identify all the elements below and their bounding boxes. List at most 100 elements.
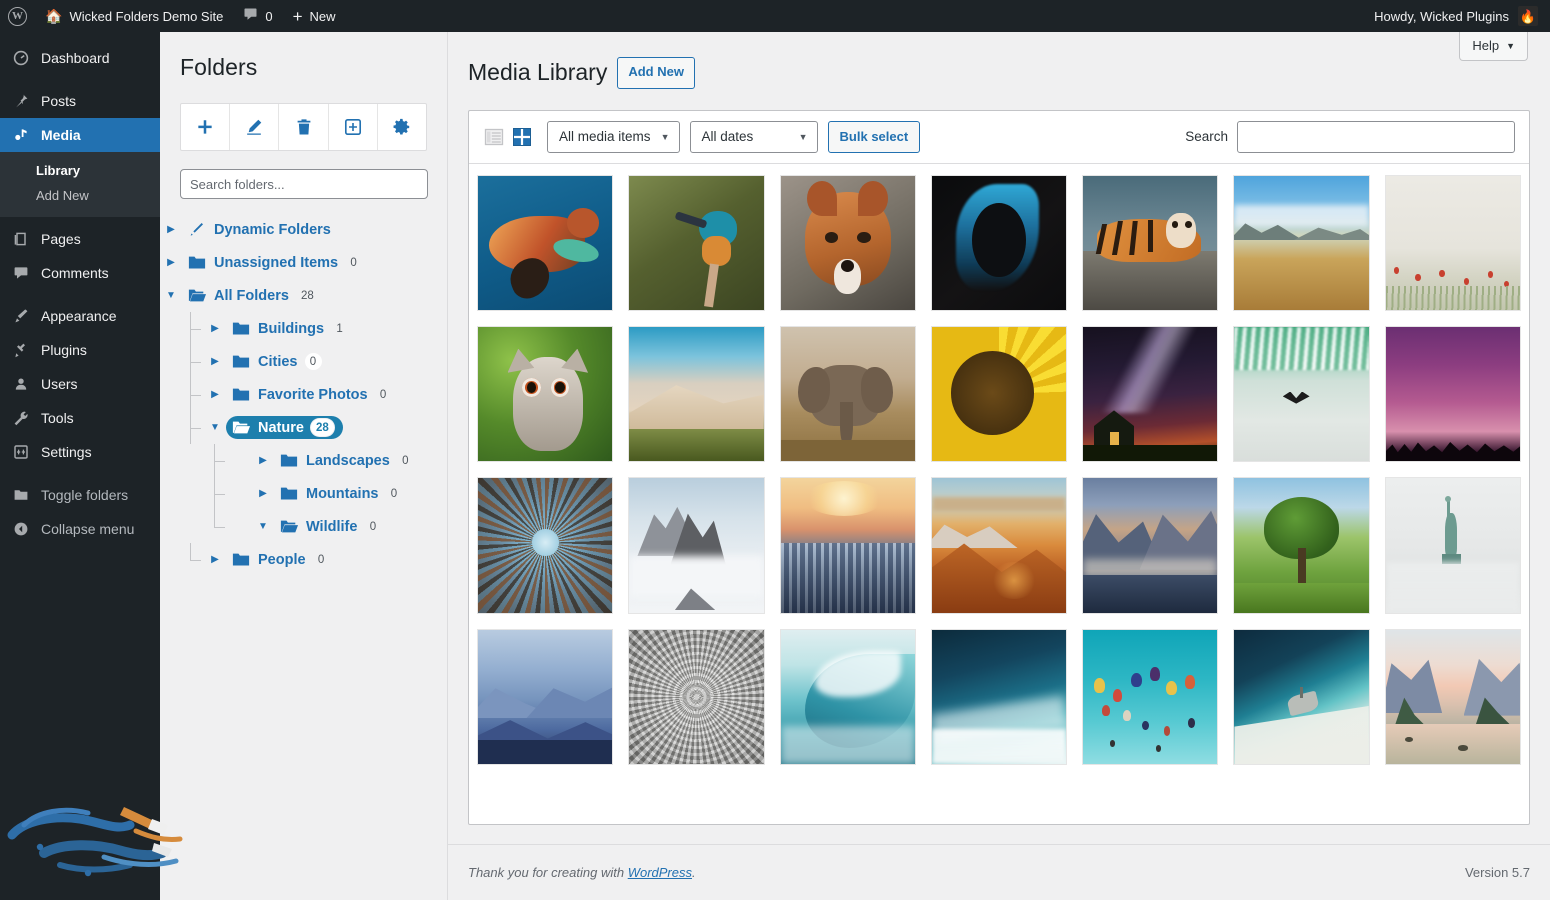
edit-folder-button[interactable] — [230, 104, 280, 150]
chevron-down-icon[interactable]: ▼ — [160, 290, 182, 301]
media-type-filter-select[interactable]: All media items ▼ — [547, 120, 680, 153]
chevron-right-icon[interactable]: ▶ — [204, 323, 226, 334]
sidebar-item-settings[interactable]: Settings — [0, 435, 160, 469]
sidebar-item-collapse-menu[interactable]: Collapse menu — [0, 512, 160, 546]
sidebar-item-appearance[interactable]: Appearance — [0, 299, 160, 333]
brush-icon — [11, 308, 31, 324]
folder-settings-button[interactable] — [378, 104, 426, 150]
chevron-right-icon[interactable]: ▶ — [204, 356, 226, 367]
media-item-lake-valley[interactable] — [1082, 477, 1219, 614]
folder-search-input[interactable] — [180, 169, 428, 199]
sidebar-subitem-library[interactable]: Library — [0, 159, 160, 184]
sidebar-item-dashboard[interactable]: Dashboard — [0, 41, 160, 75]
add-new-button[interactable]: Add New — [617, 57, 695, 89]
media-item-bird-waterfall[interactable] — [1233, 326, 1370, 463]
folder-node-unassigned-items[interactable]: ▶ Unassigned Items 0 — [160, 246, 447, 279]
media-item-mountain-clouds[interactable] — [628, 477, 765, 614]
sidebar-item-comments[interactable]: Comments — [0, 256, 160, 290]
media-item-forest-canopy[interactable] — [477, 477, 614, 614]
sidebar-item-toggle-folders[interactable]: Toggle folders — [0, 478, 160, 512]
list-view-icon[interactable] — [483, 126, 505, 148]
media-item-hot-air-balloons[interactable] — [1082, 628, 1219, 765]
chevron-right-icon[interactable]: ▶ — [160, 257, 182, 268]
help-tab-button[interactable]: Help ▼ — [1459, 32, 1528, 61]
media-item-boat-shoreline[interactable] — [1233, 628, 1370, 765]
media-item-lone-tree[interactable] — [1233, 477, 1370, 614]
media-item-purple-dusk[interactable] — [1384, 326, 1521, 463]
sidebar-item-label: Tools — [41, 409, 74, 426]
chevron-down-icon[interactable]: ▼ — [204, 422, 226, 433]
howdy-label[interactable]: Howdy, Wicked Plugins — [1374, 9, 1509, 24]
media-item-orange-mountain[interactable] — [930, 477, 1068, 614]
date-filter-select[interactable]: All dates ▼ — [689, 120, 818, 153]
media-item-blue-mountain-layers[interactable] — [477, 628, 614, 765]
comments-menu[interactable]: 0 — [233, 0, 282, 32]
search-input[interactable] — [1237, 120, 1515, 153]
folder-node-cities[interactable]: ▶ Cities 0 — [160, 345, 447, 378]
media-item-statue-of-liberty-fog[interactable] — [1384, 477, 1521, 614]
folder-icon — [232, 321, 251, 337]
media-frame: All media items ▼ All dates ▼ Bulk selec… — [468, 109, 1530, 825]
sidebar-item-posts[interactable]: Posts — [0, 84, 160, 118]
media-item-aerial-surf[interactable] — [930, 628, 1068, 765]
folder-node-label: Favorite Photos — [258, 386, 368, 403]
folder-node-landscapes[interactable]: ▶ Landscapes 0 — [160, 444, 447, 477]
sidebar-item-pages[interactable]: Pages — [0, 222, 160, 256]
folder-node-favorite-photos[interactable]: ▶ Favorite Photos 0 — [160, 378, 447, 411]
wordpress-logo-menu[interactable] — [0, 0, 35, 32]
chevron-down-icon[interactable]: ▼ — [252, 521, 274, 532]
folder-node-dynamic-folders[interactable]: ▶ Dynamic Folders — [160, 213, 447, 246]
media-item-ocean-wave[interactable] — [779, 628, 916, 765]
media-item-yosemite-valley[interactable] — [1384, 628, 1521, 765]
folder-node-nature[interactable]: ▼ Nature 28 — [160, 411, 447, 444]
media-item-golden-field[interactable] — [1233, 174, 1370, 312]
sidebar-subitem-add-new[interactable]: Add New — [0, 184, 160, 209]
sidebar-item-users[interactable]: Users — [0, 367, 160, 401]
folders-panel-title: Folders — [180, 54, 258, 80]
avatar[interactable]: 🔥 — [1518, 6, 1538, 26]
chevron-right-icon[interactable]: ▶ — [204, 389, 226, 400]
new-content-menu[interactable]: + New — [283, 0, 346, 32]
folder-node-buildings[interactable]: ▶ Buildings 1 — [160, 312, 447, 345]
comment-bubble-icon — [11, 265, 31, 281]
site-name-menu[interactable]: 🏠 Wicked Folders Demo Site — [35, 0, 233, 32]
expand-all-button[interactable] — [329, 104, 378, 150]
wordpress-link[interactable]: WordPress — [628, 865, 692, 880]
date-filter-value: All dates — [701, 129, 754, 145]
chevron-right-icon[interactable]: ▶ — [204, 554, 226, 565]
plus-icon: + — [292, 6, 303, 26]
folder-node-all-folders[interactable]: ▼ All Folders 28 — [160, 279, 447, 312]
media-type-filter-value: All media items — [559, 129, 651, 145]
delete-folder-button[interactable] — [279, 104, 329, 150]
folder-node-mountains[interactable]: ▶ Mountains 0 — [160, 477, 447, 510]
magic-wand-icon — [188, 222, 207, 238]
sidebar-item-label: Pages — [41, 230, 81, 247]
media-item-sand-dune[interactable] — [628, 326, 765, 463]
chevron-right-icon[interactable]: ▶ — [252, 455, 274, 466]
media-item-sunflower[interactable] — [930, 326, 1068, 463]
bulk-select-button[interactable]: Bulk select — [827, 120, 921, 153]
media-item-tiger[interactable] — [1082, 174, 1219, 312]
folder-node-people[interactable]: ▶ People 0 — [160, 543, 447, 576]
media-item-snow-forest-sunset[interactable] — [779, 477, 916, 614]
chevron-right-icon[interactable]: ▶ — [252, 488, 274, 499]
chevron-right-icon[interactable]: ▶ — [160, 224, 182, 235]
add-folder-button[interactable] — [181, 104, 231, 150]
sidebar-item-tools[interactable]: Tools — [0, 401, 160, 435]
media-item-blue-wave-dark[interactable] — [930, 174, 1068, 312]
media-item-poppy-meadow[interactable] — [1384, 174, 1521, 312]
folder-node-wildlife[interactable]: ▼ Wildlife 0 — [160, 510, 447, 543]
sidebar-item-media[interactable]: Media — [0, 118, 160, 152]
media-item-sea-turtle[interactable] — [477, 174, 614, 312]
sidebar-item-label: Appearance — [41, 307, 117, 324]
sidebar-item-plugins[interactable]: Plugins — [0, 333, 160, 367]
folder-icon — [232, 387, 251, 403]
media-item-red-fox[interactable] — [779, 174, 916, 312]
settings-icon — [11, 444, 31, 460]
media-item-milky-way-barn[interactable] — [1082, 326, 1219, 463]
media-item-owl[interactable] — [477, 326, 614, 463]
media-item-grey-texture[interactable] — [628, 628, 765, 765]
grid-view-icon[interactable] — [511, 126, 533, 148]
media-item-elephant[interactable] — [779, 326, 916, 463]
media-item-kingfisher[interactable] — [628, 174, 765, 312]
